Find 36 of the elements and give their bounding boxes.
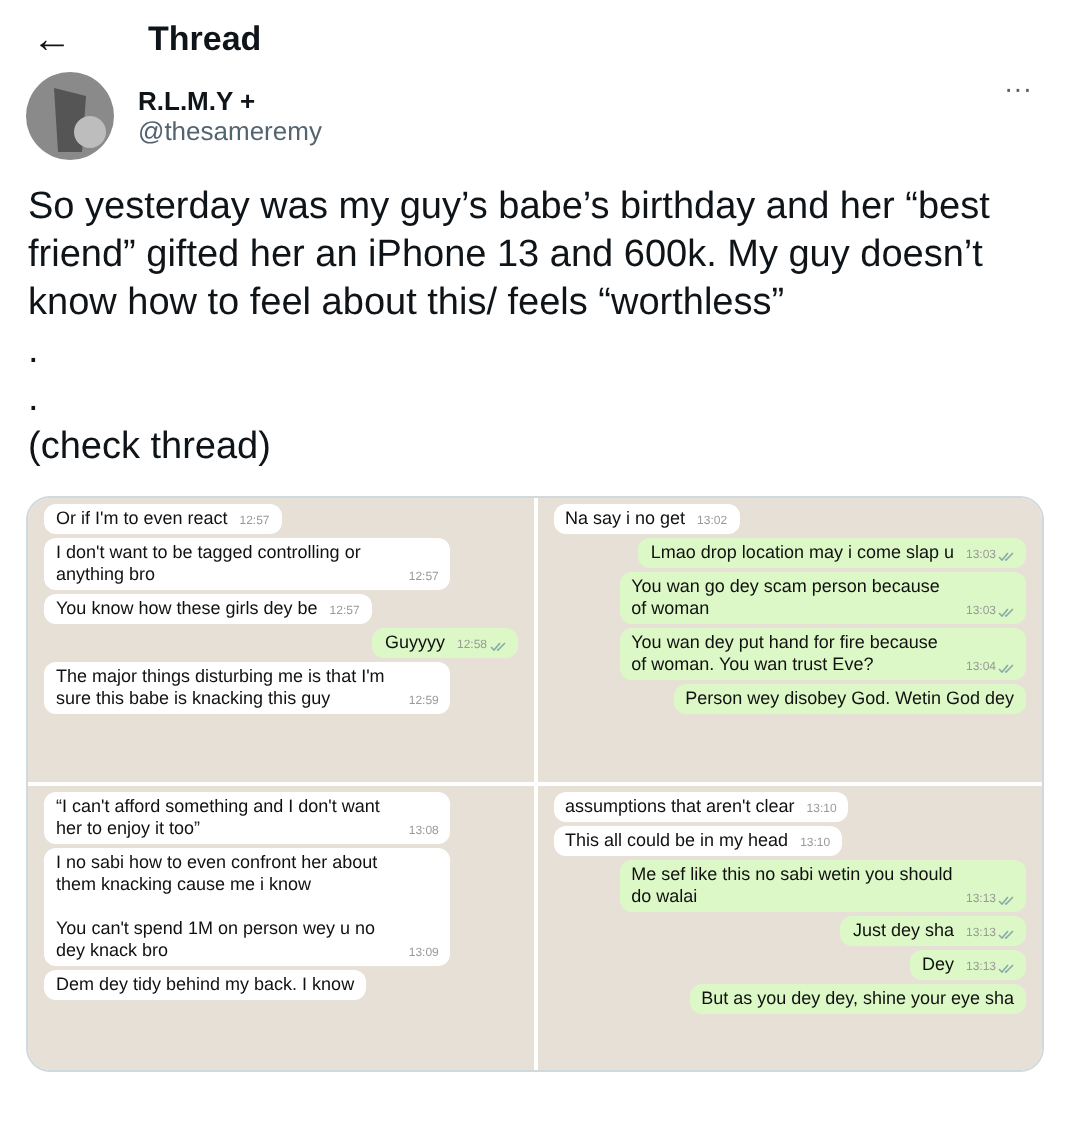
tweet-text: (check thread) (28, 424, 273, 472)
message-text: You wan go dey scam person because of woman (631, 576, 942, 620)
message-text: Or if I'm to even react (56, 508, 228, 530)
double-check-icon (489, 641, 505, 651)
message-text: Just dey sha (852, 920, 954, 942)
tweet-text: . (28, 376, 41, 424)
message-text: Lmao drop location may i come slap u (650, 542, 954, 564)
tweet-text: . (28, 328, 41, 376)
author-name: R.L.M.Y + (138, 86, 258, 116)
message-text: I don't want to be tagged controlling or anything bro (56, 542, 363, 586)
double-check-icon (998, 551, 1014, 561)
message-text: Guyyyy (384, 632, 445, 654)
message-text: But as you dey dey, shine your eye sha (701, 988, 1014, 1010)
message-text: assumptions that aren't clear (565, 796, 795, 818)
message-text: You wan dey put hand for fire because of woman. You wan trust Eve? (631, 632, 940, 676)
double-check-icon (998, 895, 1014, 905)
back-button[interactable]: ← (32, 17, 72, 63)
message-text: Dem dey tidy behind my back. I know (56, 974, 355, 996)
author-handle: @thesameremy (138, 116, 324, 146)
message-text: I no sabi how to even confront her about them knacking cause me i know You can't spend 1M on person wey u no dey knack bro (56, 852, 380, 962)
page-title: Thread (148, 20, 262, 60)
tweet-text: So yesterday was my guy’s babe’s birthday and her “best friend” gifted her an iPhone 13 and 600k. My guy doesn’t know how to feel about this/ feels “worthless” (28, 184, 992, 328)
message-text: “I can't afford something and I don't want her to enjoy it too” (56, 796, 382, 840)
message-text: The major things disturbing me is that I'm sure this babe is knacking this guy (56, 666, 387, 710)
message-text: This all could be in my head (565, 830, 789, 852)
message-text: Na say i no get (565, 508, 686, 530)
double-check-icon (998, 663, 1014, 673)
message-text: Me sef like this no sabi wetin you should do walai (631, 864, 954, 908)
message-text: You know how these girls dey be (56, 598, 318, 620)
double-check-icon (998, 929, 1014, 939)
message-text: Dey (921, 954, 954, 976)
avatar[interactable] (26, 72, 114, 160)
more-button[interactable]: ··· (1004, 72, 1032, 104)
double-check-icon (998, 963, 1014, 973)
message-text: Person wey disobey God. Wetin God dey (685, 688, 1014, 710)
double-check-icon (998, 607, 1014, 617)
